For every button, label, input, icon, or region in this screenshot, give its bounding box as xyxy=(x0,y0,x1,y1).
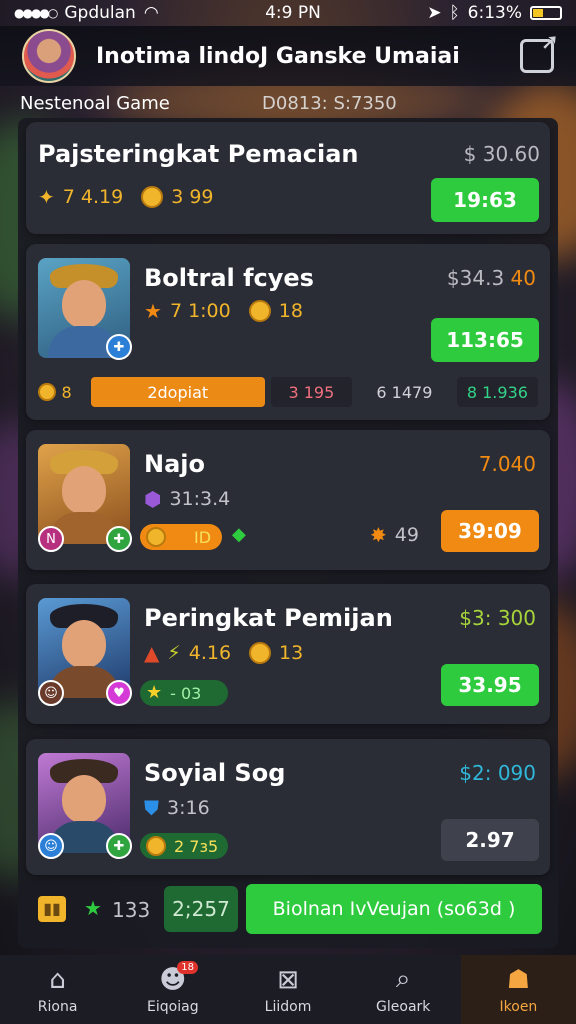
tab-profile[interactable]: ☗ Ikoen xyxy=(460,955,576,1024)
tab-chat[interactable]: ☻ 18 Eiqoiag xyxy=(115,955,230,1024)
play-button[interactable]: 19:63 xyxy=(431,178,539,222)
game-code-label: D0813: S:7350 xyxy=(262,92,397,114)
notification-badge: 18 xyxy=(177,961,198,974)
list-item[interactable]: N ✚ Najo 7.040 ⬢ 31:3.4 ID ◆ ✸ 49 39:09 xyxy=(26,430,550,570)
location-icon: ➤ xyxy=(427,3,442,23)
item-title: Pajsteringkat Pemacian xyxy=(38,140,359,168)
clock: 4:9 PN xyxy=(265,3,321,23)
star-icon: ★ xyxy=(84,896,102,920)
coin-icon xyxy=(146,527,166,547)
home-icon: ⌂ xyxy=(49,964,66,995)
cta-button[interactable]: Biolnan IvVeujan (so63d ) xyxy=(246,884,542,934)
signal-icon: ●●●●○ xyxy=(14,6,58,20)
coin-icon xyxy=(248,300,271,322)
item-price: $3: 300 xyxy=(459,606,536,630)
avatar-badge-icon: ☺ xyxy=(38,833,64,859)
star-icon: ★ xyxy=(146,682,163,703)
list-item[interactable]: ☺ ♥ Peringkat Pemijan $3: 300 ▲ ⚡ 4.16 1… xyxy=(26,584,550,724)
stat-value: 133 xyxy=(112,898,151,922)
battery-icon xyxy=(530,6,562,20)
lightning-icon: ⚡ xyxy=(167,642,181,664)
play-button[interactable]: 113:65 xyxy=(431,318,539,362)
item-price: 7.040 xyxy=(478,452,536,476)
map-icon: ⊠ xyxy=(277,964,299,995)
play-button[interactable]: 2.97 xyxy=(441,819,539,861)
search-icon: ⌕ xyxy=(395,964,411,994)
shield-icon: ⛊ xyxy=(144,796,159,820)
plus-badge-icon: ✚ xyxy=(106,334,132,360)
list-item[interactable]: Pajsteringkat Pemacian $ 30.60 ✦ 7 4.19 … xyxy=(26,122,550,234)
score-chip[interactable]: 2;257 xyxy=(164,886,238,932)
item-title: Najo xyxy=(144,450,205,478)
row-count: 8 xyxy=(61,382,72,402)
carrier-label: Gpdulan xyxy=(64,3,136,23)
coin-icon xyxy=(141,186,164,208)
tab-map[interactable]: ⊠ Liidom xyxy=(230,955,345,1024)
item-title: Peringkat Pemijan xyxy=(144,604,393,632)
status-bar: ●●●●○ Gpdulan ◠ 4:9 PN ➤ ᛒ 6:13% xyxy=(0,0,576,26)
stat-coins: 13 xyxy=(279,642,304,664)
row-value: 3 195 xyxy=(270,377,352,407)
stat-coins: 3 99 xyxy=(171,186,214,208)
star-icon: ★ xyxy=(144,299,162,323)
subheader: Nestenoal Game D0813: S:7350 xyxy=(0,88,576,118)
bluetooth-icon: ᛒ xyxy=(449,3,460,23)
progress-bar: ID xyxy=(140,524,222,550)
item-price: $34.3 40 xyxy=(446,266,536,290)
profile-icon: ☗ xyxy=(506,964,531,995)
coin-icon xyxy=(38,383,56,401)
stat-coins: 18 xyxy=(278,300,303,322)
rank-badge-icon: N xyxy=(38,526,64,552)
avatar-badge-icon: ☺ xyxy=(38,680,64,706)
bottom-tab-bar: ⌂ Riona ☻ 18 Eiqoiag ⊠ Liidom ⌕ Gleoark … xyxy=(0,955,576,1024)
gem-icon: ◆ xyxy=(232,524,246,545)
item-price: $2: 090 xyxy=(459,761,536,785)
stat-rating: 4.16 xyxy=(188,642,232,664)
list-item[interactable]: ✚ Boltral fcyes $34.3 40 ★ 7 1:00 18 113… xyxy=(26,244,550,420)
bottom-action-row: ▮▮ ★ 133 2;257 Biolnan IvVeujan (so63d ) xyxy=(26,878,550,942)
progress-bar: ★ - 03 xyxy=(140,680,228,706)
gem-icon: ⬢ xyxy=(144,487,162,511)
play-button[interactable]: 33.95 xyxy=(441,664,539,706)
stat-value: 31:3.4 xyxy=(169,488,231,510)
stat-rating: 7 4.19 xyxy=(62,186,124,208)
share-icon[interactable] xyxy=(520,30,559,73)
stat-rating: 7 1:00 xyxy=(169,300,231,322)
progress-bar: 2 7ɜ5 xyxy=(140,833,228,859)
row-value: 8 1.936 xyxy=(456,377,539,407)
avatar[interactable] xyxy=(22,29,76,83)
triangle-icon: ▲ xyxy=(144,641,160,665)
plus-badge-icon: ✚ xyxy=(106,526,132,552)
burst-icon: ✸ xyxy=(370,523,387,547)
game-category-label: Nestenoal Game xyxy=(20,92,170,114)
stats-row: 8 2dopiat 3 195 6 1479 8 1.936 xyxy=(38,376,539,408)
coin-icon xyxy=(249,642,272,664)
coin-icon xyxy=(146,836,166,856)
chest-icon[interactable]: ▮▮ xyxy=(38,896,66,922)
stat-value: 3:16 xyxy=(167,797,210,819)
battery-percent: 6:13% xyxy=(467,3,522,23)
star-badge-icon: ✦ xyxy=(38,185,55,209)
list-item[interactable]: ☺ ✚ Soyial Sog $2: 090 ⛊ 3:16 2 7ɜ5 2.97 xyxy=(26,739,550,875)
app-header: Inotima lindoJ Ganske Umaiai xyxy=(0,26,576,86)
wifi-icon: ◠ xyxy=(143,3,159,23)
stat-value: 49 xyxy=(394,524,419,546)
progress-bar[interactable]: 2dopiat xyxy=(90,377,265,407)
page-title: Inotima lindoJ Ganske Umaiai xyxy=(96,43,460,69)
play-button[interactable]: 39:09 xyxy=(441,510,539,552)
item-title: Boltral fcyes xyxy=(144,264,314,292)
item-title: Soyial Sog xyxy=(144,759,286,787)
tab-search[interactable]: ⌕ Gleoark xyxy=(346,955,461,1024)
heart-badge-icon: ♥ xyxy=(106,680,132,706)
item-price: $ 30.60 xyxy=(463,142,540,166)
tab-home[interactable]: ⌂ Riona xyxy=(0,955,115,1024)
plus-badge-icon: ✚ xyxy=(106,833,132,859)
row-value: 6 1479 xyxy=(376,382,433,402)
